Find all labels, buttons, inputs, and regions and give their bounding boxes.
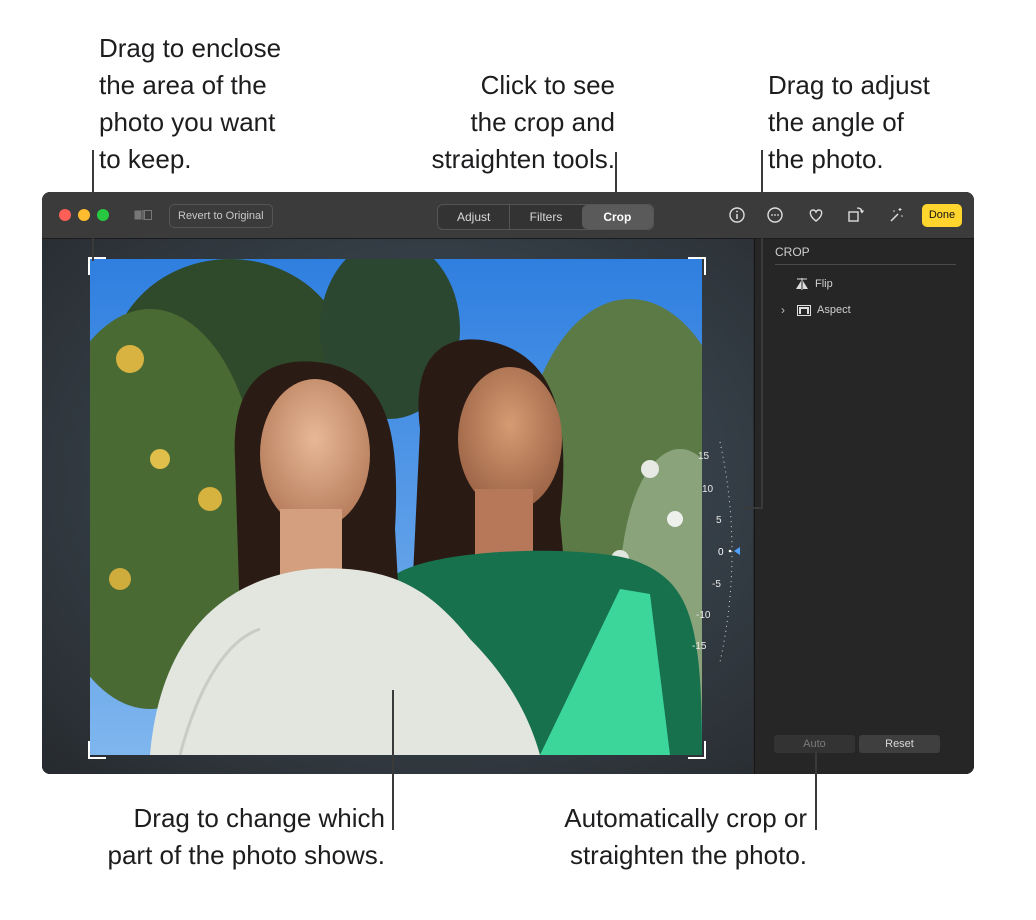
leader-line-tools — [615, 152, 617, 204]
crop-sidebar: CROP Flip › Aspect Auto Reset — [754, 239, 974, 774]
photos-edit-window: Revert to Original Adjust Filters Crop D… — [42, 192, 974, 774]
aspect-icon — [797, 304, 811, 316]
leader-line-move — [392, 690, 394, 830]
flip-button[interactable]: Flip — [795, 278, 833, 290]
done-button[interactable]: Done — [922, 204, 962, 227]
dial-tick-label: -5 — [712, 579, 721, 590]
dial-tick-label: 0 — [718, 547, 724, 558]
dial-angle-marker — [734, 547, 740, 555]
flip-icon — [796, 278, 808, 290]
callout-auto: Automatically crop or straighten the pho… — [564, 803, 807, 870]
photo-image — [90, 259, 702, 755]
callout-move: Drag to change which part of the photo s… — [107, 803, 385, 870]
auto-button[interactable]: Auto — [774, 735, 855, 753]
callout-enclose: Drag to enclose the area of the photo yo… — [99, 33, 282, 174]
straighten-dial[interactable]: 15 10 5 0 -5 -10 -15 — [692, 437, 752, 667]
heart-icon[interactable] — [805, 204, 827, 226]
callout-angle: Drag to adjust the angle of the photo. — [768, 70, 930, 174]
tab-filters[interactable]: Filters — [509, 205, 581, 229]
crop-handle-bottom-right[interactable] — [688, 741, 706, 759]
rotate-icon[interactable] — [845, 204, 867, 226]
leader-line-auto — [815, 752, 817, 830]
sidebar-heading: CROP — [775, 245, 810, 259]
chevron-right-icon[interactable]: › — [781, 303, 791, 317]
dial-tick-label: 5 — [716, 515, 722, 526]
minimize-window-button[interactable] — [78, 209, 90, 221]
zoom-window-button[interactable] — [97, 209, 109, 221]
tab-adjust[interactable]: Adjust — [438, 205, 509, 229]
callout-tools: Click to see the crop and straighten too… — [431, 70, 615, 174]
compare-icon[interactable] — [134, 210, 152, 220]
flip-label: Flip — [815, 278, 833, 290]
info-icon[interactable] — [726, 204, 748, 226]
reset-button[interactable]: Reset — [859, 735, 940, 753]
close-window-button[interactable] — [59, 209, 71, 221]
dial-tick-label: -10 — [696, 610, 711, 621]
dial-tick-label: 15 — [698, 451, 710, 462]
leader-line-enclose — [92, 150, 94, 261]
edit-mode-tabs: Adjust Filters Crop — [437, 204, 654, 230]
more-icon[interactable] — [764, 204, 786, 226]
magic-wand-icon[interactable] — [885, 204, 907, 226]
crop-handle-bottom-left[interactable] — [88, 741, 106, 759]
dial-tick-label: -15 — [692, 641, 707, 652]
crop-handle-top-right[interactable] — [688, 257, 706, 275]
leader-line-angle-horizontal — [744, 507, 762, 509]
tab-crop[interactable]: Crop — [581, 205, 653, 229]
crop-photo[interactable] — [90, 259, 702, 755]
aspect-row[interactable]: › Aspect — [781, 303, 851, 317]
photo-canvas: 15 10 5 0 -5 -10 -15 — [42, 239, 753, 774]
revert-to-original-button[interactable]: Revert to Original — [169, 204, 273, 228]
toolbar: Revert to Original Adjust Filters Crop D… — [42, 192, 974, 239]
aspect-label: Aspect — [817, 304, 851, 316]
dial-tick-label: 10 — [702, 484, 714, 495]
leader-line-angle — [761, 150, 763, 509]
crop-handle-top-left[interactable] — [88, 257, 106, 275]
sidebar-divider — [775, 264, 956, 265]
